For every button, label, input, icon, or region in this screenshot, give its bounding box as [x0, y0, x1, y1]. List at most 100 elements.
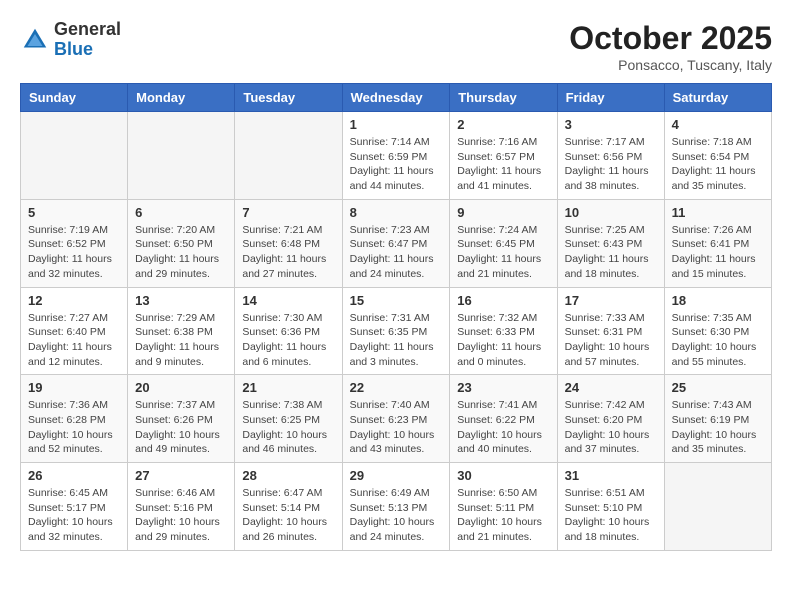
day-info: Sunrise: 7:33 AM Sunset: 6:31 PM Dayligh…	[565, 311, 657, 370]
day-number: 12	[28, 293, 120, 308]
weekday-header-thursday: Thursday	[450, 84, 557, 112]
day-info: Sunrise: 7:42 AM Sunset: 6:20 PM Dayligh…	[565, 398, 657, 457]
calendar-week-row: 5 Sunrise: 7:19 AM Sunset: 6:52 PM Daylig…	[21, 199, 772, 287]
page-header: General Blue October 2025 Ponsacco, Tusc…	[20, 20, 772, 73]
day-info: Sunrise: 7:32 AM Sunset: 6:33 PM Dayligh…	[457, 311, 549, 370]
day-info: Sunrise: 7:40 AM Sunset: 6:23 PM Dayligh…	[350, 398, 443, 457]
logo: General Blue	[20, 20, 121, 60]
calendar-cell: 27 Sunrise: 6:46 AM Sunset: 5:16 PM Dayli…	[128, 463, 235, 551]
day-number: 17	[565, 293, 657, 308]
calendar-cell: 30Sunrise: 6:50 AM Sunset: 5:11 PM Dayli…	[450, 463, 557, 551]
calendar-cell	[664, 463, 771, 551]
day-number: 3	[565, 117, 657, 132]
day-info: Sunrise: 7:35 AM Sunset: 6:30 PM Dayligh…	[672, 311, 764, 370]
calendar-week-row: 19 Sunrise: 7:36 AM Sunset: 6:28 PM Dayli…	[21, 375, 772, 463]
day-number: 5	[28, 205, 120, 220]
calendar-cell: 28Sunrise: 6:47 AM Sunset: 5:14 PM Dayli…	[235, 463, 342, 551]
calendar-cell: 24Sunrise: 7:42 AM Sunset: 6:20 PM Dayli…	[557, 375, 664, 463]
calendar-cell: 31 Sunrise: 6:51 AM Sunset: 5:10 PM Dayli…	[557, 463, 664, 551]
day-number: 29	[350, 468, 443, 483]
weekday-header-tuesday: Tuesday	[235, 84, 342, 112]
calendar-cell: 16 Sunrise: 7:32 AM Sunset: 6:33 PM Dayli…	[450, 287, 557, 375]
day-info: Sunrise: 7:16 AM Sunset: 6:57 PM Dayligh…	[457, 135, 549, 194]
calendar-cell: 5 Sunrise: 7:19 AM Sunset: 6:52 PM Daylig…	[21, 199, 128, 287]
day-info: Sunrise: 6:51 AM Sunset: 5:10 PM Dayligh…	[565, 486, 657, 545]
day-info: Sunrise: 7:31 AM Sunset: 6:35 PM Dayligh…	[350, 311, 443, 370]
calendar-cell: 9Sunrise: 7:24 AM Sunset: 6:45 PM Daylig…	[450, 199, 557, 287]
day-info: Sunrise: 7:43 AM Sunset: 6:19 PM Dayligh…	[672, 398, 764, 457]
day-number: 31	[565, 468, 657, 483]
day-info: Sunrise: 7:38 AM Sunset: 6:25 PM Dayligh…	[242, 398, 334, 457]
day-number: 26	[28, 468, 120, 483]
day-info: Sunrise: 6:47 AM Sunset: 5:14 PM Dayligh…	[242, 486, 334, 545]
calendar-cell: 26 Sunrise: 6:45 AM Sunset: 5:17 PM Dayli…	[21, 463, 128, 551]
location-subtitle: Ponsacco, Tuscany, Italy	[569, 57, 772, 73]
day-info: Sunrise: 7:21 AM Sunset: 6:48 PM Dayligh…	[242, 223, 334, 282]
day-info: Sunrise: 6:46 AM Sunset: 5:16 PM Dayligh…	[135, 486, 227, 545]
weekday-header-wednesday: Wednesday	[342, 84, 450, 112]
day-info: Sunrise: 6:45 AM Sunset: 5:17 PM Dayligh…	[28, 486, 120, 545]
calendar-cell	[235, 112, 342, 200]
day-number: 23	[457, 380, 549, 395]
calendar-cell: 1 Sunrise: 7:14 AM Sunset: 6:59 PM Daylig…	[342, 112, 450, 200]
calendar-week-row: 1 Sunrise: 7:14 AM Sunset: 6:59 PM Daylig…	[21, 112, 772, 200]
day-info: Sunrise: 7:30 AM Sunset: 6:36 PM Dayligh…	[242, 311, 334, 370]
weekday-header-monday: Monday	[128, 84, 235, 112]
day-info: Sunrise: 7:26 AM Sunset: 6:41 PM Dayligh…	[672, 223, 764, 282]
day-number: 27	[135, 468, 227, 483]
day-info: Sunrise: 7:36 AM Sunset: 6:28 PM Dayligh…	[28, 398, 120, 457]
day-number: 19	[28, 380, 120, 395]
day-number: 13	[135, 293, 227, 308]
calendar-cell: 11 Sunrise: 7:26 AM Sunset: 6:41 PM Dayli…	[664, 199, 771, 287]
day-number: 8	[350, 205, 443, 220]
calendar-cell: 19 Sunrise: 7:36 AM Sunset: 6:28 PM Dayli…	[21, 375, 128, 463]
weekday-header-row: SundayMondayTuesdayWednesdayThursdayFrid…	[21, 84, 772, 112]
calendar-cell: 3 Sunrise: 7:17 AM Sunset: 6:56 PM Daylig…	[557, 112, 664, 200]
day-info: Sunrise: 7:20 AM Sunset: 6:50 PM Dayligh…	[135, 223, 227, 282]
day-info: Sunrise: 7:14 AM Sunset: 6:59 PM Dayligh…	[350, 135, 443, 194]
logo-blue: Blue	[54, 40, 121, 60]
day-number: 10	[565, 205, 657, 220]
calendar-cell: 12Sunrise: 7:27 AM Sunset: 6:40 PM Dayli…	[21, 287, 128, 375]
day-info: Sunrise: 7:17 AM Sunset: 6:56 PM Dayligh…	[565, 135, 657, 194]
day-number: 25	[672, 380, 764, 395]
calendar-table: SundayMondayTuesdayWednesdayThursdayFrid…	[20, 83, 772, 551]
calendar-cell: 6 Sunrise: 7:20 AM Sunset: 6:50 PM Daylig…	[128, 199, 235, 287]
day-number: 7	[242, 205, 334, 220]
day-number: 16	[457, 293, 549, 308]
calendar-cell: 13 Sunrise: 7:29 AM Sunset: 6:38 PM Dayli…	[128, 287, 235, 375]
day-number: 14	[242, 293, 334, 308]
weekday-header-sunday: Sunday	[21, 84, 128, 112]
calendar-cell: 8Sunrise: 7:23 AM Sunset: 6:47 PM Daylig…	[342, 199, 450, 287]
calendar-cell: 22 Sunrise: 7:40 AM Sunset: 6:23 PM Dayli…	[342, 375, 450, 463]
day-number: 2	[457, 117, 549, 132]
day-info: Sunrise: 7:29 AM Sunset: 6:38 PM Dayligh…	[135, 311, 227, 370]
calendar-week-row: 26 Sunrise: 6:45 AM Sunset: 5:17 PM Dayli…	[21, 463, 772, 551]
calendar-cell: 29 Sunrise: 6:49 AM Sunset: 5:13 PM Dayli…	[342, 463, 450, 551]
day-info: Sunrise: 6:50 AM Sunset: 5:11 PM Dayligh…	[457, 486, 549, 545]
day-info: Sunrise: 7:24 AM Sunset: 6:45 PM Dayligh…	[457, 223, 549, 282]
calendar-cell	[128, 112, 235, 200]
day-number: 11	[672, 205, 764, 220]
logo-text: General Blue	[54, 20, 121, 60]
calendar-cell: 23Sunrise: 7:41 AM Sunset: 6:22 PM Dayli…	[450, 375, 557, 463]
day-number: 6	[135, 205, 227, 220]
day-number: 18	[672, 293, 764, 308]
day-info: Sunrise: 7:19 AM Sunset: 6:52 PM Dayligh…	[28, 223, 120, 282]
calendar-cell: 10 Sunrise: 7:25 AM Sunset: 6:43 PM Dayli…	[557, 199, 664, 287]
day-info: Sunrise: 6:49 AM Sunset: 5:13 PM Dayligh…	[350, 486, 443, 545]
calendar-cell: 20Sunrise: 7:37 AM Sunset: 6:26 PM Dayli…	[128, 375, 235, 463]
day-info: Sunrise: 7:25 AM Sunset: 6:43 PM Dayligh…	[565, 223, 657, 282]
logo-icon	[20, 25, 50, 55]
calendar-cell: 21Sunrise: 7:38 AM Sunset: 6:25 PM Dayli…	[235, 375, 342, 463]
day-number: 1	[350, 117, 443, 132]
calendar-week-row: 12Sunrise: 7:27 AM Sunset: 6:40 PM Dayli…	[21, 287, 772, 375]
day-info: Sunrise: 7:18 AM Sunset: 6:54 PM Dayligh…	[672, 135, 764, 194]
calendar-cell: 18 Sunrise: 7:35 AM Sunset: 6:30 PM Dayli…	[664, 287, 771, 375]
calendar-cell: 2 Sunrise: 7:16 AM Sunset: 6:57 PM Daylig…	[450, 112, 557, 200]
calendar-cell	[21, 112, 128, 200]
day-number: 22	[350, 380, 443, 395]
calendar-cell: 17 Sunrise: 7:33 AM Sunset: 6:31 PM Dayli…	[557, 287, 664, 375]
logo-general: General	[54, 20, 121, 40]
day-number: 4	[672, 117, 764, 132]
